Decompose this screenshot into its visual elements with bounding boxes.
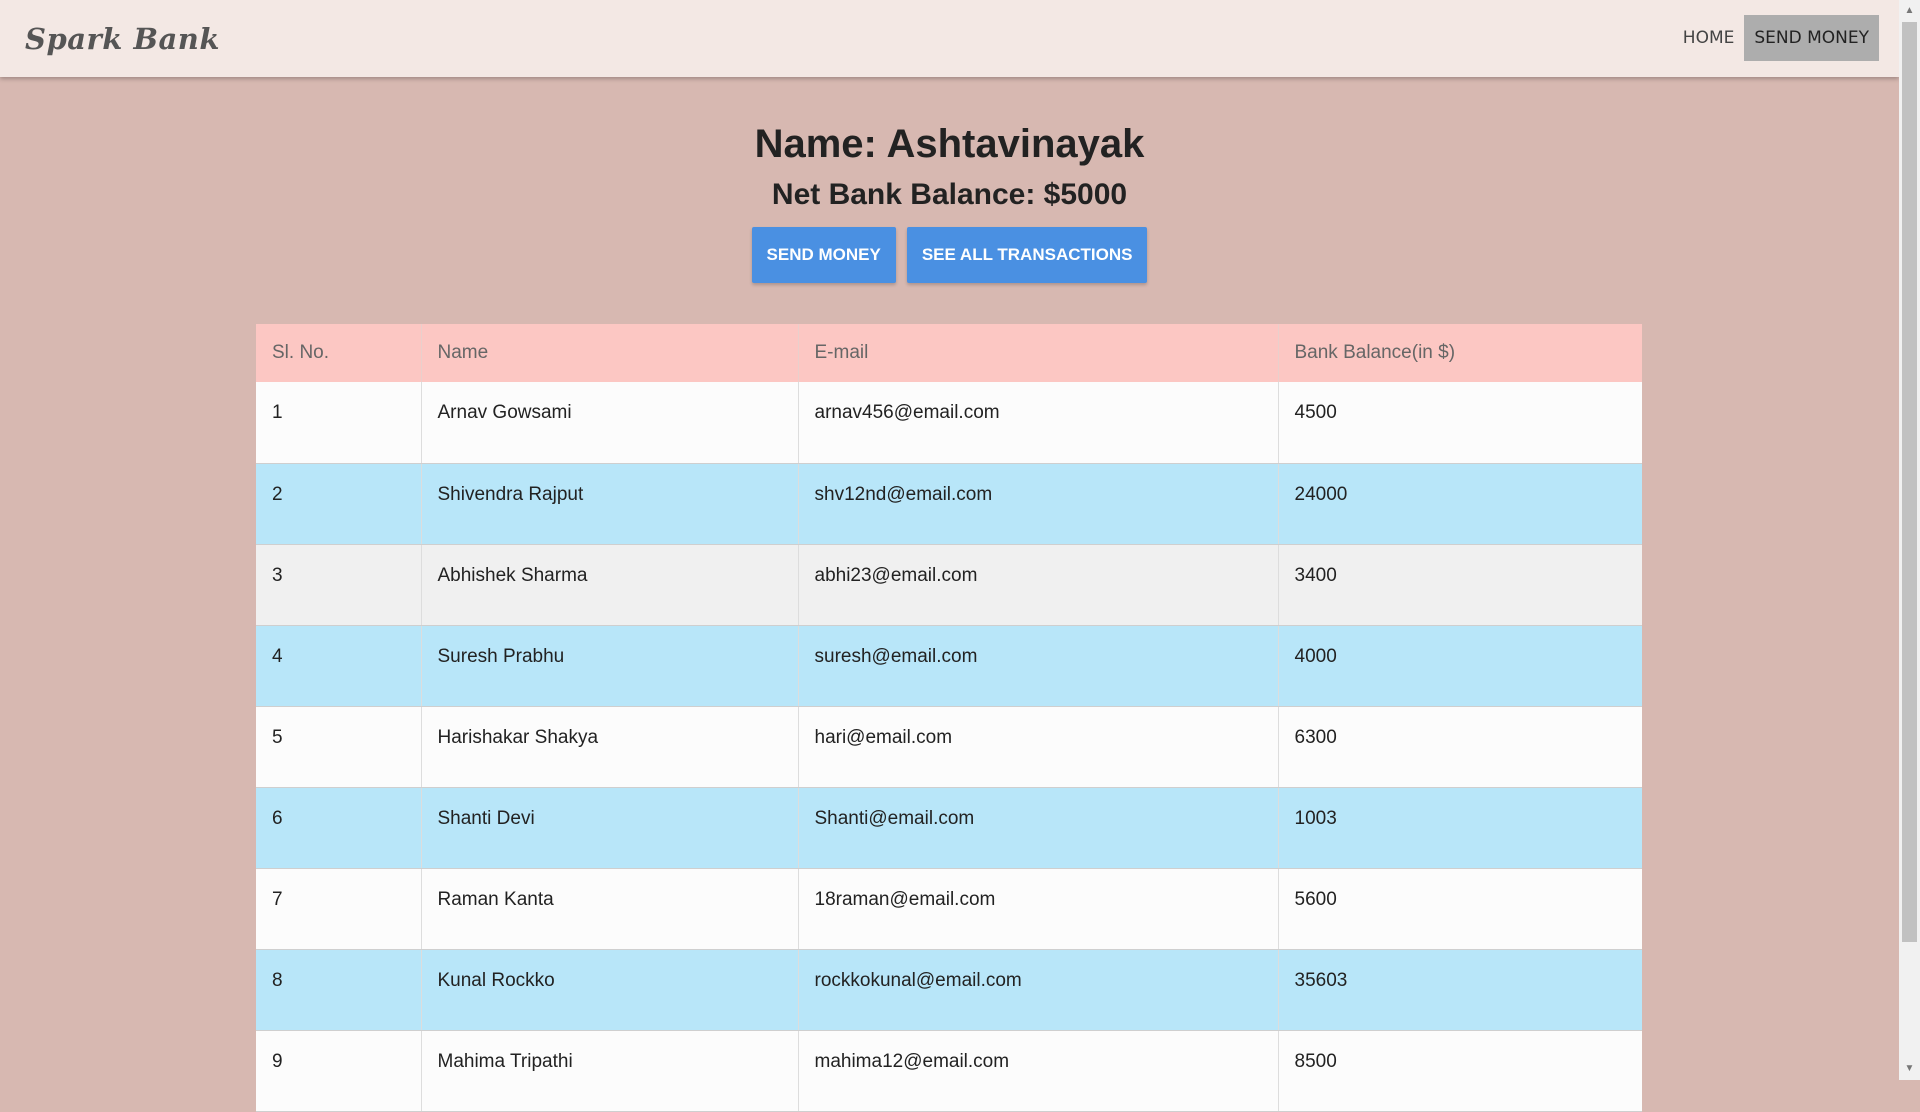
table-row[interactable]: 6 Shanti Devi Shanti@email.com 1003 [256,787,1642,869]
nav-home-link[interactable]: HOME [1673,15,1745,61]
cell-name: Suresh Prabhu [421,625,799,707]
cell-sl-no: 9 [256,1030,422,1112]
cell-email: mahima12@email.com [798,1030,1279,1112]
cell-balance: 5600 [1278,868,1642,950]
cell-sl-no: 4 [256,625,422,707]
table-row[interactable]: 7 Raman Kanta 18raman@email.com 5600 [256,868,1642,950]
cell-name: Abhishek Sharma [421,544,799,626]
cell-sl-no: 1 [256,382,422,464]
header-sl-no: Sl. No. [256,324,422,382]
header-name: Name [421,324,799,382]
cell-sl-no: 3 [256,544,422,626]
cell-email: abhi23@email.com [798,544,1279,626]
cell-sl-no: 8 [256,949,422,1031]
table-row[interactable]: 8 Kunal Rockko rockkokunal@email.com 356… [256,949,1642,1031]
table-row[interactable]: 4 Suresh Prabhu suresh@email.com 4000 [256,625,1642,707]
cell-sl-no: 2 [256,463,422,545]
send-money-button[interactable]: SEND MONEY [751,227,896,283]
cell-balance: 4500 [1278,382,1642,464]
cell-balance: 35603 [1278,949,1642,1031]
cell-email: suresh@email.com [798,625,1279,707]
cell-sl-no: 5 [256,706,422,788]
table-row[interactable]: 1 Arnav Gowsami arnav456@email.com 4500 [256,382,1642,464]
cell-email: arnav456@email.com [798,382,1279,464]
cell-balance: 3400 [1278,544,1642,626]
cell-sl-no: 7 [256,868,422,950]
scroll-down-arrow-icon[interactable]: ▼ [1899,1060,1920,1078]
cell-name: Arnav Gowsami [421,382,799,464]
vertical-scrollbar[interactable]: ▲ ▼ [1899,0,1920,1080]
cell-email: rockkokunal@email.com [798,949,1279,1031]
table-row[interactable]: 5 Harishakar Shakya hari@email.com 6300 [256,706,1642,788]
cell-name: Mahima Tripathi [421,1030,799,1112]
brand-logo[interactable]: Spark Bank [25,22,220,56]
scroll-up-arrow-icon[interactable]: ▲ [1899,2,1920,20]
cell-balance: 6300 [1278,706,1642,788]
customers-table-container: Sl. No. Name E-mail Bank Balance(in $) 1… [256,324,1642,1112]
cell-name: Raman Kanta [421,868,799,950]
customers-table: Sl. No. Name E-mail Bank Balance(in $) 1… [256,324,1642,1112]
cell-email: shv12nd@email.com [798,463,1279,545]
see-all-transactions-button[interactable]: SEE ALL TRANSACTIONS [906,227,1148,283]
cell-email: hari@email.com [798,706,1279,788]
cell-balance: 4000 [1278,625,1642,707]
cell-balance: 1003 [1278,787,1642,869]
cell-sl-no: 6 [256,787,422,869]
cell-name: Shanti Devi [421,787,799,869]
table-row[interactable]: 9 Mahima Tripathi mahima12@email.com 850… [256,1030,1642,1112]
cell-name: Shivendra Rajput [421,463,799,545]
table-row[interactable]: 2 Shivendra Rajput shv12nd@email.com 240… [256,463,1642,545]
header-balance: Bank Balance(in $) [1278,324,1642,382]
action-buttons: SEND MONEY SEE ALL TRANSACTIONS [0,227,1899,283]
customer-header: Name: Ashtavinayak Net Bank Balance: $50… [0,110,1899,283]
navbar: Spark Bank HOME SEND MONEY [0,0,1899,77]
cell-email: Shanti@email.com [798,787,1279,869]
customer-name: Name: Ashtavinayak [754,122,1145,166]
cell-email: 18raman@email.com [798,868,1279,950]
cell-name: Kunal Rockko [421,949,799,1031]
header-email: E-mail [798,324,1279,382]
cell-balance: 24000 [1278,463,1642,545]
scrollbar-thumb[interactable] [1902,22,1917,942]
nav-links: HOME SEND MONEY [1673,15,1879,61]
table-header-row: Sl. No. Name E-mail Bank Balance(in $) [256,324,1642,382]
nav-send-money-link[interactable]: SEND MONEY [1744,15,1879,61]
table-row[interactable]: 3 Abhishek Sharma abhi23@email.com 3400 [256,544,1642,626]
customer-balance: Net Bank Balance: $5000 [771,178,1128,211]
cell-name: Harishakar Shakya [421,706,799,788]
cell-balance: 8500 [1278,1030,1642,1112]
